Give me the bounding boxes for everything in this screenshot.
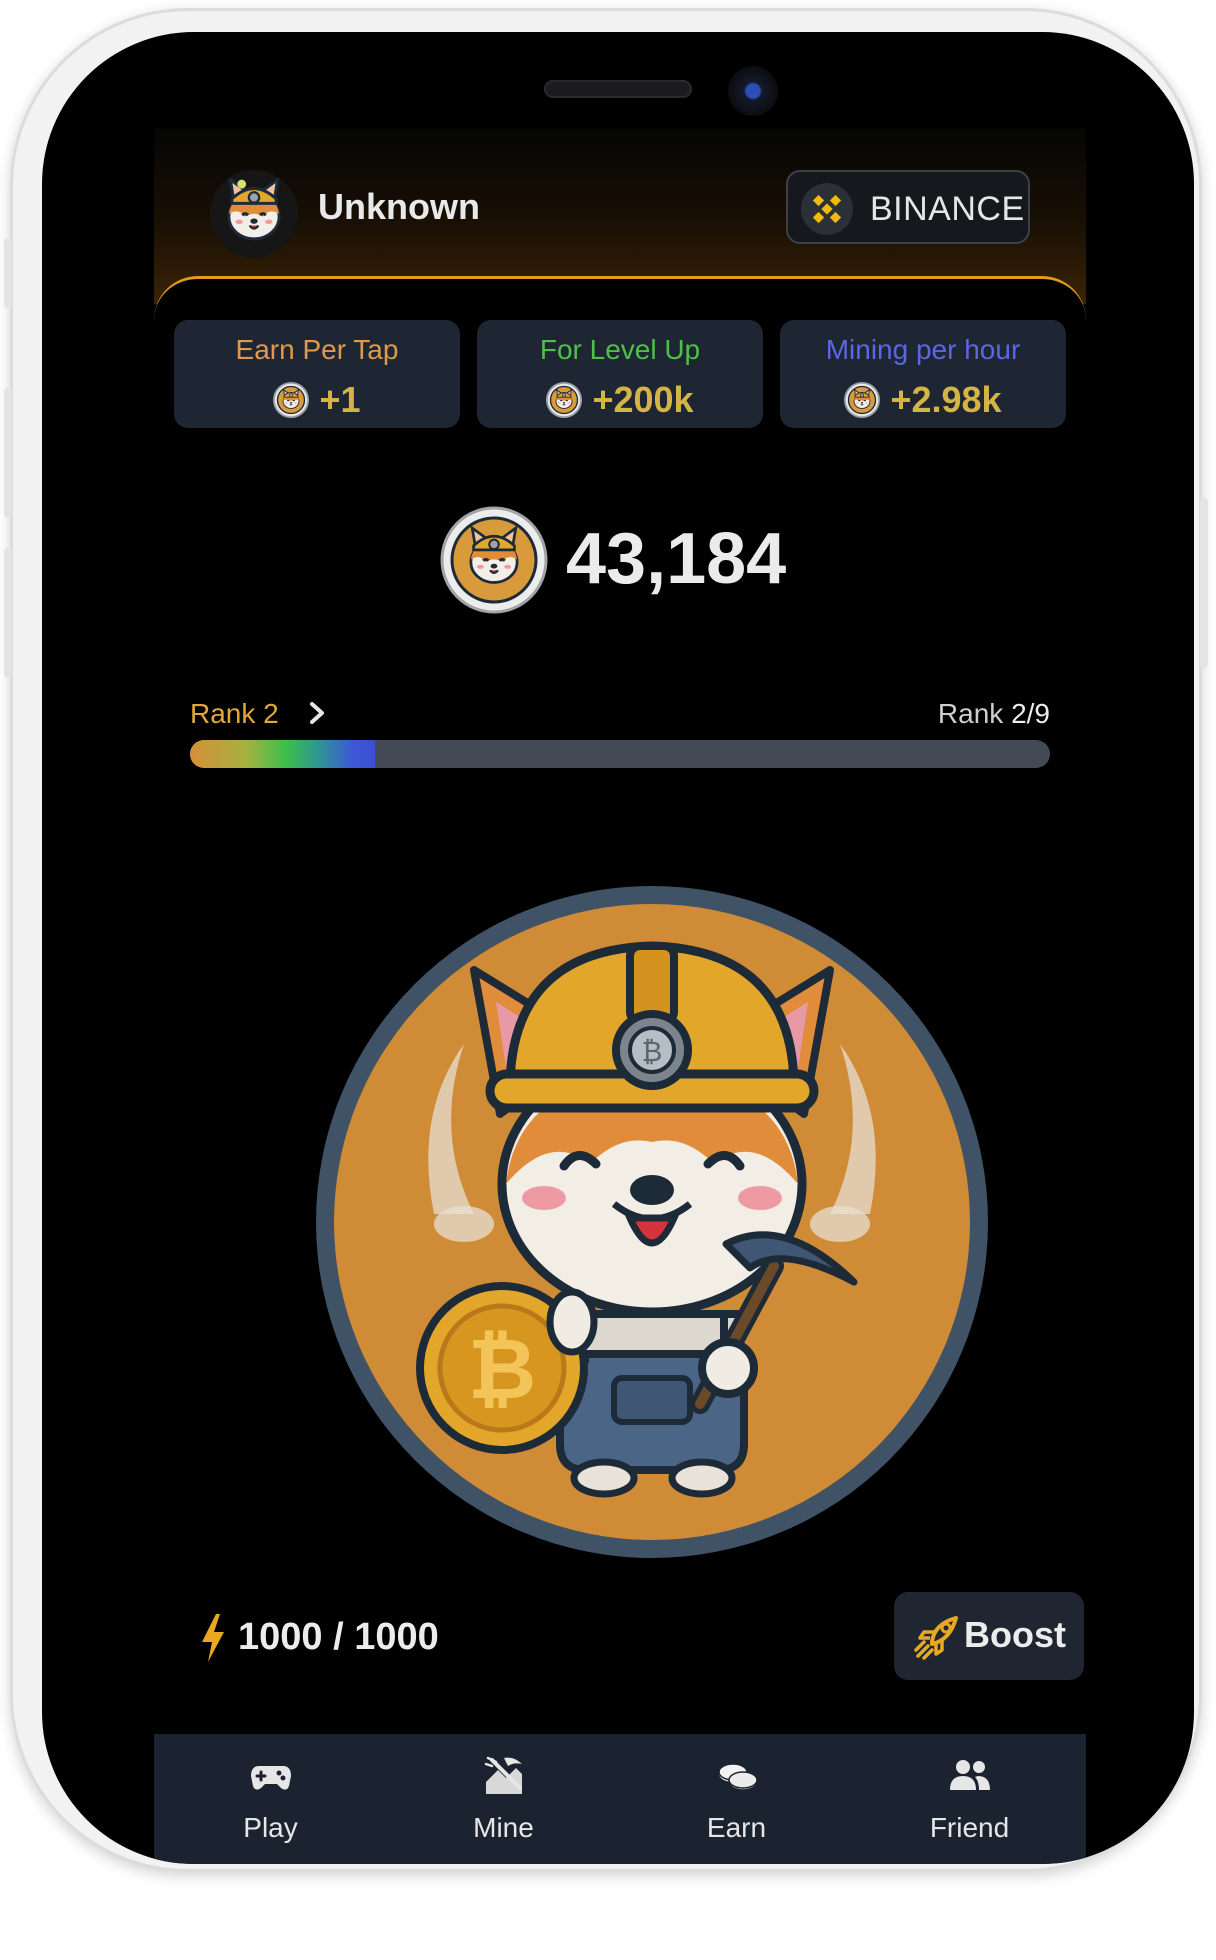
lightning-icon: [202, 1614, 224, 1662]
coin-icon: [273, 382, 309, 418]
nav-item-mine[interactable]: Mine: [387, 1734, 620, 1864]
stat-value: +2.98k: [890, 379, 1002, 420]
nav-label: Play: [243, 1812, 298, 1843]
boost-label: Boost: [964, 1614, 1066, 1655]
rank-progress-label: Rank 2/9: [938, 698, 1050, 730]
pickaxe-icon: [484, 1756, 522, 1794]
dog-avatar-icon: [227, 178, 281, 241]
coins-icon: [718, 1763, 758, 1791]
stat-title: For Level Up: [539, 334, 701, 365]
energy-counter: 1000 / 1000: [238, 1616, 439, 1658]
tap-coin-button[interactable]: ₿ ₿: [314, 884, 990, 1560]
rank-fraction: 2/9: [1011, 698, 1050, 729]
device-screen: Unknown BINANCE Earn Per Tap +1 For Leve…: [42, 32, 1194, 1864]
stat-card-mining-per-hour: Mining per hour +2.98k: [780, 320, 1066, 428]
stat-title: Mining per hour: [825, 334, 1021, 365]
rank-link[interactable]: Rank 2: [190, 698, 279, 730]
nav-item-earn[interactable]: Earn: [620, 1734, 853, 1864]
balance-coin-icon: [440, 506, 548, 614]
exchange-label: BINANCE: [870, 190, 1025, 228]
balance-amount: 43,184: [566, 519, 787, 599]
device-power-button: [1200, 498, 1208, 668]
binance-logo-icon: [801, 183, 853, 235]
device-volume-down: [4, 548, 12, 678]
stat-value-row: +1: [174, 379, 460, 420]
svg-text:₿: ₿: [642, 1035, 663, 1068]
nav-label: Mine: [473, 1812, 534, 1843]
stat-value: +1: [319, 379, 361, 420]
stat-value-row: +200k: [477, 379, 763, 420]
coin-icon: [844, 382, 880, 418]
tap-game-app: Unknown BINANCE Earn Per Tap +1 For Leve…: [154, 128, 1086, 1864]
device-side-button: [4, 238, 12, 308]
stat-value-row: +2.98k: [780, 379, 1066, 420]
device-volume-up: [4, 388, 12, 518]
device-speaker: [544, 80, 692, 98]
rank-progress-bar: [190, 740, 1050, 768]
friends-icon: [950, 1760, 990, 1790]
stat-value: +200k: [592, 379, 694, 420]
nav-item-friend[interactable]: Friend: [853, 1734, 1086, 1864]
nav-item-play[interactable]: Play: [154, 1734, 387, 1864]
rocket-icon: [914, 1616, 958, 1660]
svg-text:₿: ₿: [468, 1320, 536, 1418]
nav-label: Earn: [706, 1812, 767, 1843]
chevron-right-icon[interactable]: [304, 698, 330, 728]
coin-icon: [546, 382, 582, 418]
nav-label: Friend: [929, 1812, 1010, 1843]
device-frame: Unknown BINANCE Earn Per Tap +1 For Leve…: [4, 8, 1208, 1872]
stat-card-earn-per-tap: Earn Per Tap +1: [174, 320, 460, 428]
username: Unknown: [318, 186, 480, 227]
rank-word: Rank: [937, 698, 1004, 729]
boost-button[interactable]: Boost: [894, 1592, 1084, 1680]
stat-title: Earn Per Tap: [235, 334, 399, 365]
avatar[interactable]: [210, 170, 298, 258]
device-camera: [728, 66, 778, 116]
stat-card-level-up: For Level Up +200k: [477, 320, 763, 428]
bottom-nav: Play Mine Earn Friend: [154, 1734, 1086, 1864]
rank-progress-fill: [190, 740, 375, 768]
exchange-select-button[interactable]: BINANCE: [786, 170, 1030, 244]
gamepad-icon: [251, 1766, 291, 1790]
